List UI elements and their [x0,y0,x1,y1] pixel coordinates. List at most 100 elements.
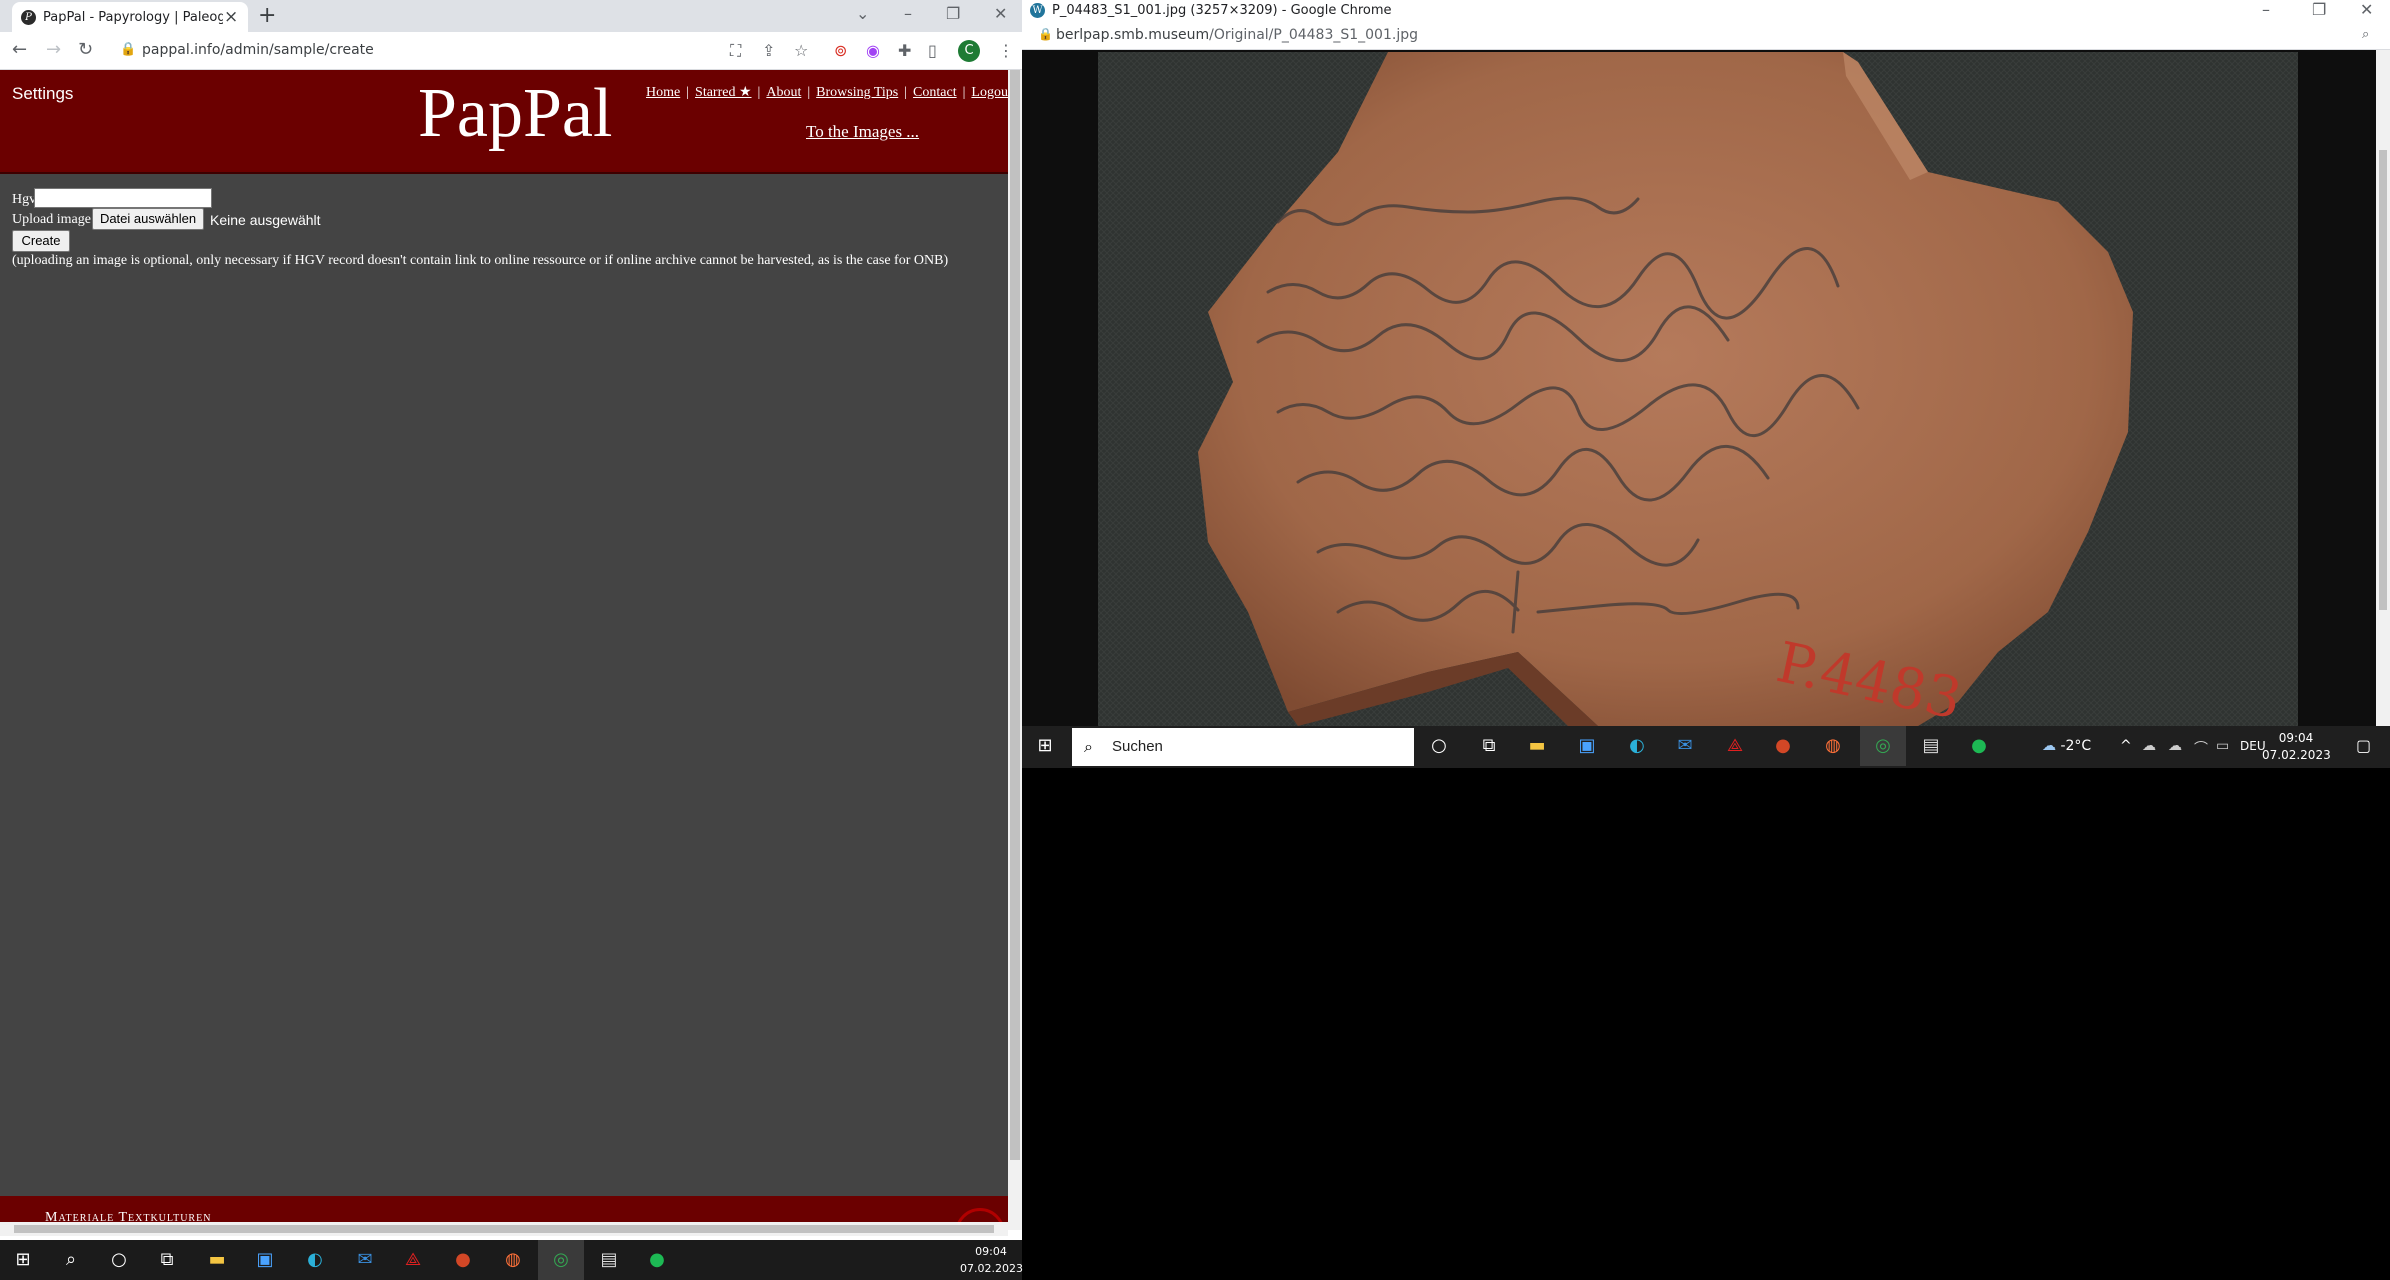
close-window-icon[interactable]: ✕ [994,4,1007,23]
forward-icon[interactable]: → [46,39,61,60]
to-images-link[interactable]: To the Images ... [806,122,919,142]
choose-file-button[interactable]: Datei auswählen [92,208,204,230]
search-placeholder: Suchen [1112,738,1163,755]
ostracon-photo[interactable]: P.4483 [1098,52,2298,726]
nav-browsing-tips[interactable]: Browsing Tips [816,85,898,100]
onedrive-icon[interactable]: ☁ [2142,738,2156,754]
notepad-icon[interactable]: ▤ [1908,726,1954,766]
menu-kebab-icon[interactable]: ⋮ [998,41,1014,60]
side-panel-icon[interactable]: ▯ [928,41,937,60]
store-icon[interactable]: ▣ [1564,726,1610,766]
vertical-scrollbar[interactable] [2376,50,2390,726]
scrollbar-thumb[interactable] [2379,150,2387,610]
address-bar[interactable]: 🔒 berlpap.smb.museum/Original/P_04483_S1… [1022,22,2390,50]
store-icon[interactable]: ▣ [242,1240,288,1280]
new-tab-icon[interactable]: + [258,3,276,28]
nav-contact[interactable]: Contact [913,85,957,100]
top-navigation: Home | Starred ★ | About | Browsing Tips | Conta… [646,84,1008,101]
notifications-icon[interactable]: ▢ [2356,736,2371,755]
nav-about[interactable]: About [766,85,801,100]
url-text: pappal.info/admin/sample/create [142,42,374,58]
mail-icon[interactable]: ✉ [342,1240,388,1280]
acrobat-icon[interactable]: ⟁ [1712,726,1758,766]
time: 09:04 [2278,731,2314,745]
notepad-icon[interactable]: ▤ [586,1240,632,1280]
reload-icon[interactable]: ↻ [78,39,93,60]
extension-icon[interactable]: ⊚ [834,41,847,60]
translate-icon[interactable]: ⛶ [730,41,741,61]
nav-home[interactable]: Home [646,85,680,100]
nav-starred[interactable]: Starred ★ [695,85,751,100]
task-view-icon[interactable]: ⧉ [144,1240,190,1280]
url-host: berlpap.smb.museum [1056,27,1210,43]
minimize-icon[interactable]: – [904,4,912,23]
onedrive-icon[interactable]: ☁ [2168,738,2182,754]
clock[interactable]: 09:04 07.02.2023 [960,1243,1023,1277]
extension-icon[interactable]: ◉ [866,41,880,60]
acrobat-icon[interactable]: ⟁ [390,1240,436,1280]
restore-icon[interactable]: ❐ [2312,0,2326,19]
tab-pappal[interactable]: P PapPal - Papyrology | Paleograph × [12,2,248,32]
spotify-icon[interactable]: ● [634,1240,680,1280]
close-tab-icon[interactable]: × [224,7,238,27]
start-icon[interactable]: ⊞ [1022,726,1068,766]
hgv-input[interactable] [34,188,212,208]
cortana-icon[interactable]: ○ [1416,726,1462,766]
close-window-icon[interactable]: ✕ [2360,0,2373,19]
chrome-icon[interactable]: ◎ [1860,726,1906,766]
file-explorer-icon[interactable]: ▬ [194,1240,240,1280]
cortana-icon[interactable]: ○ [96,1240,142,1280]
site-header: Settings PapPal Home | Starred ★ | About | Bro… [0,70,1008,174]
back-icon[interactable]: ← [12,39,27,60]
omnibox[interactable]: 🔒 pappal.info/admin/sample/create [112,36,712,66]
file-explorer-icon[interactable]: ▬ [1514,726,1560,766]
file-status: Keine ausgewählt [210,212,321,228]
extensions-puzzle-icon[interactable]: ✚ [898,41,911,60]
scrollbar-thumb[interactable] [14,1225,994,1233]
weather-temp: -2°C [2060,738,2092,754]
start-icon[interactable]: ⊞ [0,1240,46,1280]
chrome-icon[interactable]: ◎ [538,1240,584,1280]
time: 09:04 [975,1245,1007,1258]
chevron-up-icon[interactable]: ^ [2120,738,2132,754]
search-icon: ⌕ [1084,737,1093,756]
weather-widget[interactable]: ☁ -2°C [2042,738,2091,754]
share-icon[interactable]: ⇪ [762,41,775,60]
firefox-icon[interactable]: ◍ [1810,726,1856,766]
image-viewport: P.4483 [1022,50,2376,726]
firefox-icon[interactable]: ◍ [490,1240,536,1280]
powerpoint-icon[interactable]: ● [440,1240,486,1280]
spotify-icon[interactable]: ● [1956,726,2002,766]
vertical-scrollbar[interactable] [1008,70,1022,1230]
nav-logout[interactable]: Logout [971,85,1008,100]
task-view-icon[interactable]: ⧉ [1466,726,1512,766]
horizontal-scrollbar[interactable] [0,1222,1008,1236]
scrollbar-thumb[interactable] [1010,70,1020,1160]
settings-link[interactable]: Settings [12,84,73,104]
tab-title: PapPal - Papyrology | Paleograph [43,10,223,25]
left-browser-window: P PapPal - Papyrology | Paleograph × + ⌄… [0,0,1022,1240]
wifi-icon[interactable]: ⌒ [2194,738,2208,758]
window-title: P_04483_S1_001.jpg (3257×3209) - Google … [1052,3,1392,18]
clock[interactable]: 09:04 07.02.2023 [2262,730,2331,764]
taskbar-left: ⊞ ⌕ ○ ⧉ ▬ ▣ ◐ ✉ ⟁ ● ◍ ◎ ▤ ● 09:04 07.02.… [0,1240,1023,1280]
bookmark-star-icon[interactable]: ☆ [794,41,808,60]
restore-icon[interactable]: ❐ [946,4,960,23]
zoom-icon[interactable]: ⌕ [2362,27,2369,42]
minimize-icon[interactable]: – [2262,0,2270,19]
battery-icon[interactable]: ▭ [2216,738,2229,754]
powerpoint-icon[interactable]: ● [1760,726,1806,766]
search-icon[interactable]: ⌕ [48,1240,94,1280]
pappal-page: Settings PapPal Home | Starred ★ | About | Bro… [0,70,1008,1230]
tab-strip: P PapPal - Papyrology | Paleograph × + ⌄… [0,0,1022,32]
taskbar-search[interactable]: ⌕ Suchen [1072,728,1414,766]
edge-icon[interactable]: ◐ [1614,726,1660,766]
tab-search-icon[interactable]: ⌄ [856,4,869,23]
date: 07.02.2023 [960,1262,1023,1275]
upload-hint: (uploading an image is optional, only ne… [12,253,949,268]
site-logo[interactable]: PapPal [418,74,612,154]
profile-avatar[interactable]: C [958,40,980,62]
mail-icon[interactable]: ✉ [1662,726,1708,766]
create-button[interactable]: Create [12,230,70,252]
edge-icon[interactable]: ◐ [292,1240,338,1280]
